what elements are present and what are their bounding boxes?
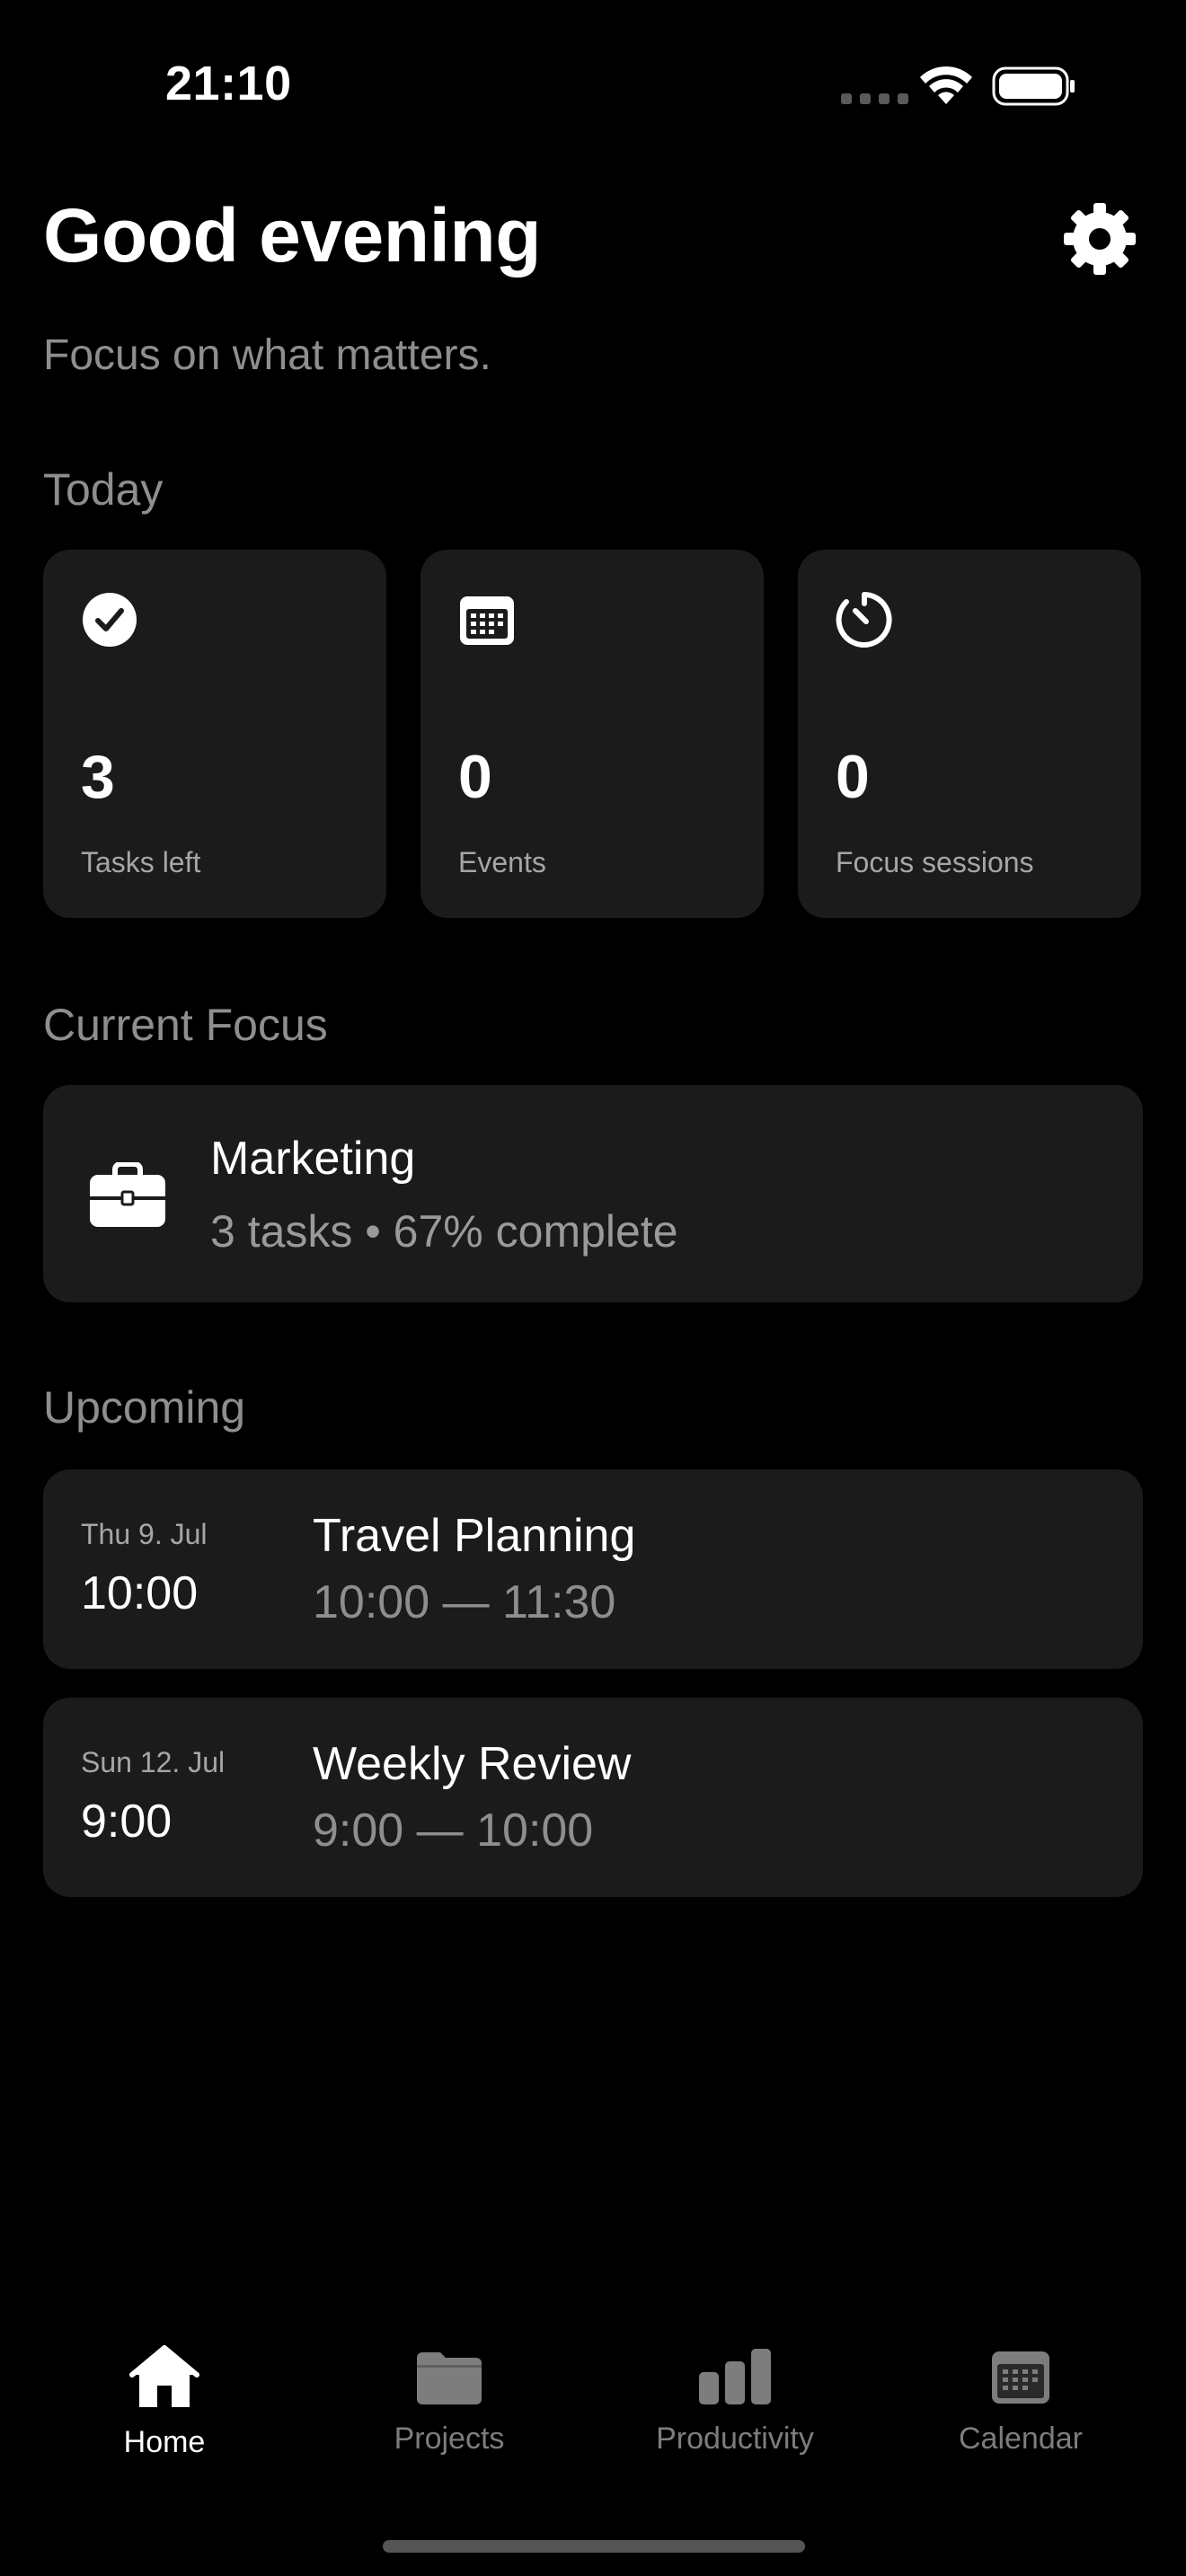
section-title-today: Today (43, 464, 164, 515)
signal-dots-icon (841, 93, 908, 104)
event-date: Sun 12. Jul (81, 1746, 226, 1778)
page-subtitle: Focus on what matters. (43, 331, 491, 379)
tab-label: Home (123, 2425, 206, 2459)
home-screen: 21:10 Good evening Focus on what matters… (0, 0, 1186, 2576)
focus-project-name: Marketing (210, 1133, 416, 1185)
stat-card-focus-sessions[interactable]: 0 Focus sessions (798, 550, 1141, 918)
briefcase-icon (90, 1162, 165, 1227)
event-card[interactable]: Sun 12. Jul 9:00 Weekly Review 9:00 — 10… (43, 1698, 1143, 1897)
section-title-upcoming: Upcoming (43, 1382, 246, 1433)
calendar-icon (992, 2351, 1049, 2404)
event-title: Weekly Review (313, 1738, 632, 1790)
calendar-icon (458, 591, 516, 648)
event-title: Travel Planning (313, 1510, 636, 1562)
status-bar: 21:10 (0, 0, 1186, 171)
stat-value: 0 (458, 743, 492, 811)
timer-icon (836, 591, 893, 648)
stat-card-tasks[interactable]: 3 Tasks left (43, 550, 386, 918)
section-title-current-focus: Current Focus (43, 1000, 328, 1050)
tab-label: Projects (394, 2422, 505, 2456)
stat-label: Events (458, 846, 546, 878)
current-focus-card[interactable]: Marketing 3 tasks • 67% complete (43, 1085, 1143, 1302)
event-start-time: 10:00 (81, 1567, 199, 1619)
stat-value: 3 (81, 743, 115, 811)
tab-label: Calendar (959, 2422, 1083, 2456)
status-time: 21:10 (165, 57, 292, 110)
tab-calendar[interactable]: Calendar (886, 2317, 1155, 2479)
stat-label: Tasks left (81, 846, 201, 878)
home-indicator (383, 2540, 805, 2553)
bar-chart-icon (699, 2349, 771, 2404)
page-title: Good evening (43, 193, 542, 278)
focus-project-meta: 3 tasks • 67% complete (210, 1206, 678, 1257)
event-card[interactable]: Thu 9. Jul 10:00 Travel Planning 10:00 —… (43, 1469, 1143, 1669)
battery-icon (992, 66, 1075, 106)
home-icon (129, 2345, 199, 2407)
tab-projects[interactable]: Projects (314, 2317, 584, 2479)
event-time-range: 9:00 — 10:00 (313, 1804, 594, 1857)
wifi-icon (920, 66, 972, 104)
settings-button[interactable] (1058, 198, 1141, 280)
event-time-range: 10:00 — 11:30 (313, 1576, 616, 1628)
event-start-time: 9:00 (81, 1795, 173, 1848)
folder-icon (417, 2352, 482, 2404)
tab-label: Productivity (656, 2422, 814, 2456)
stat-label: Focus sessions (836, 846, 1034, 878)
event-date: Thu 9. Jul (81, 1518, 208, 1550)
stat-value: 0 (836, 743, 870, 811)
stat-card-events[interactable]: 0 Events (420, 550, 764, 918)
checkmark-circle-icon (81, 591, 138, 648)
tab-home[interactable]: Home (30, 2317, 299, 2479)
tab-productivity[interactable]: Productivity (600, 2317, 870, 2479)
tab-bar: Home Projects Productivity Calendar (0, 2317, 1186, 2479)
gear-icon (1064, 203, 1136, 275)
